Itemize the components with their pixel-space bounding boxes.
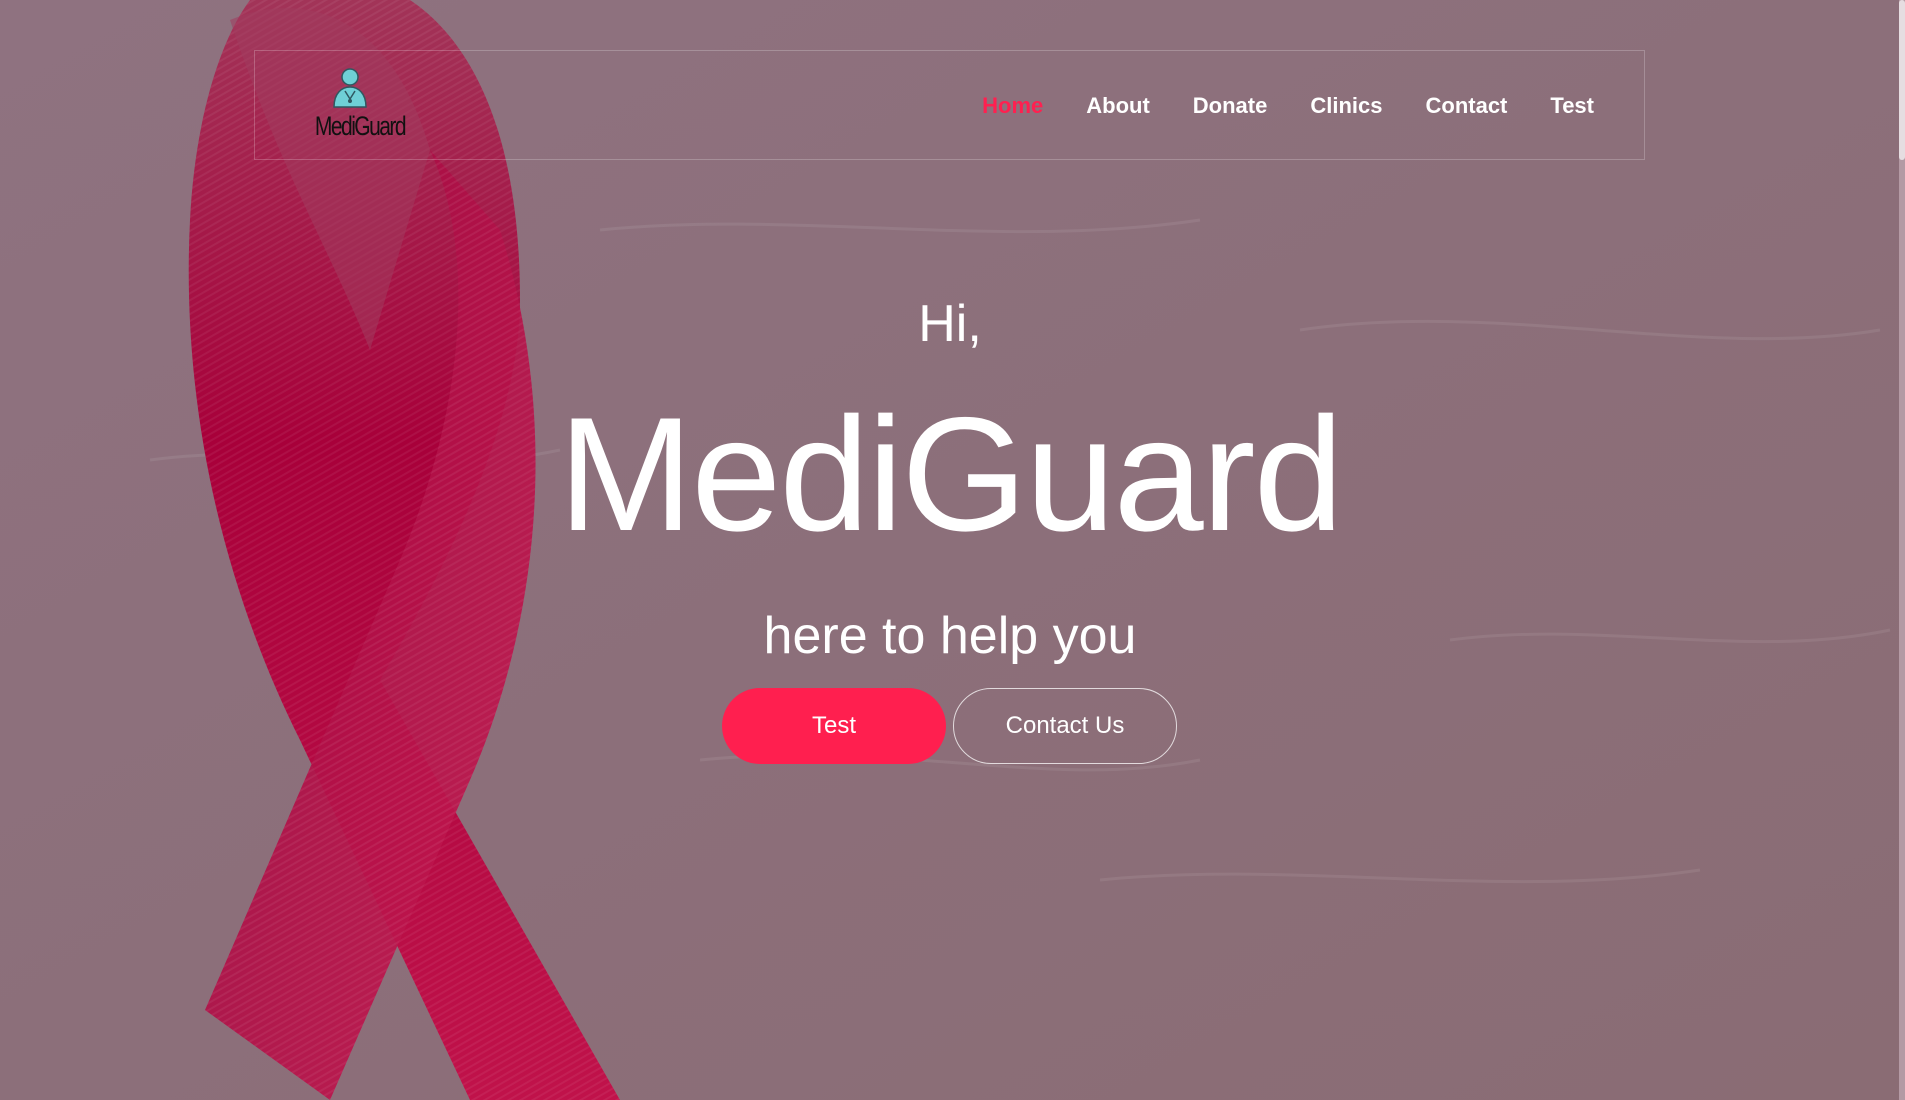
top-navbar: MediGuard Home About Donate Clinics Cont… <box>254 50 1645 160</box>
hero-greeting: Hi, <box>918 295 982 353</box>
nav-donate[interactable]: Donate <box>1193 93 1268 119</box>
scrollbar-thumb[interactable] <box>1899 0 1905 160</box>
nav-about[interactable]: About <box>1086 93 1150 119</box>
nav-clinics[interactable]: Clinics <box>1310 93 1382 119</box>
hero-title: MediGuard <box>558 384 1343 565</box>
contact-us-button[interactable]: Contact Us <box>953 688 1177 764</box>
main-nav: Home About Donate Clinics Contact Test <box>982 51 1594 161</box>
nav-test[interactable]: Test <box>1550 93 1594 119</box>
brand-logo-text: MediGuard <box>314 111 407 141</box>
doctor-avatar-icon <box>333 68 367 108</box>
nav-home[interactable]: Home <box>982 93 1043 119</box>
nav-contact[interactable]: Contact <box>1426 93 1508 119</box>
home-page: MediGuard Home About Donate Clinics Cont… <box>0 0 1905 1100</box>
test-button[interactable]: Test <box>722 688 946 764</box>
brand-logo[interactable]: MediGuard <box>305 63 407 153</box>
hero-tagline: here to help you <box>763 607 1137 665</box>
